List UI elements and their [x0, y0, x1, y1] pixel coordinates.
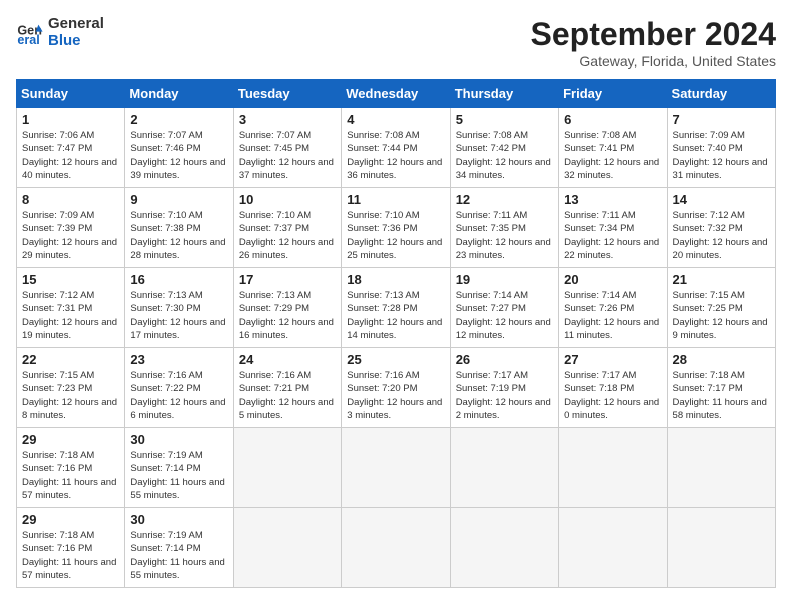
header-tuesday: Tuesday: [233, 80, 341, 108]
table-row: [342, 428, 450, 508]
logo-line2: Blue: [48, 33, 104, 50]
table-row: 20Sunrise: 7:14 AMSunset: 7:26 PMDayligh…: [559, 268, 667, 348]
table-row: 1Sunrise: 7:06 AMSunset: 7:47 PMDaylight…: [17, 108, 125, 188]
table-row: [559, 508, 667, 588]
table-row: 30Sunrise: 7:19 AMSunset: 7:14 PMDayligh…: [125, 428, 233, 508]
table-row: 29Sunrise: 7:18 AMSunset: 7:16 PMDayligh…: [17, 508, 125, 588]
calendar-header-row: Sunday Monday Tuesday Wednesday Thursday…: [17, 80, 776, 108]
logo-line1: General: [48, 16, 104, 33]
month-title: September 2024: [531, 16, 776, 53]
table-row: 8Sunrise: 7:09 AMSunset: 7:39 PMDaylight…: [17, 188, 125, 268]
calendar-week-row: 15Sunrise: 7:12 AMSunset: 7:31 PMDayligh…: [17, 268, 776, 348]
table-row: [450, 428, 558, 508]
logo-icon: Gen eral: [16, 19, 44, 47]
table-row: 21Sunrise: 7:15 AMSunset: 7:25 PMDayligh…: [667, 268, 775, 348]
table-row: 2Sunrise: 7:07 AMSunset: 7:46 PMDaylight…: [125, 108, 233, 188]
table-row: 25Sunrise: 7:16 AMSunset: 7:20 PMDayligh…: [342, 348, 450, 428]
table-row: 27Sunrise: 7:17 AMSunset: 7:18 PMDayligh…: [559, 348, 667, 428]
table-row: [342, 508, 450, 588]
header-thursday: Thursday: [450, 80, 558, 108]
table-row: 17Sunrise: 7:13 AMSunset: 7:29 PMDayligh…: [233, 268, 341, 348]
table-row: 30Sunrise: 7:19 AMSunset: 7:14 PMDayligh…: [125, 508, 233, 588]
table-row: 29Sunrise: 7:18 AMSunset: 7:16 PMDayligh…: [17, 428, 125, 508]
title-block: September 2024 Gateway, Florida, United …: [531, 16, 776, 69]
table-row: [233, 508, 341, 588]
table-row: 9Sunrise: 7:10 AMSunset: 7:38 PMDaylight…: [125, 188, 233, 268]
table-row: [667, 508, 775, 588]
table-row: 7Sunrise: 7:09 AMSunset: 7:40 PMDaylight…: [667, 108, 775, 188]
table-row: 5Sunrise: 7:08 AMSunset: 7:42 PMDaylight…: [450, 108, 558, 188]
table-row: 26Sunrise: 7:17 AMSunset: 7:19 PMDayligh…: [450, 348, 558, 428]
calendar-week-row: 22Sunrise: 7:15 AMSunset: 7:23 PMDayligh…: [17, 348, 776, 428]
calendar-week-row: 29Sunrise: 7:18 AMSunset: 7:16 PMDayligh…: [17, 428, 776, 508]
table-row: 12Sunrise: 7:11 AMSunset: 7:35 PMDayligh…: [450, 188, 558, 268]
header: Gen eral General Blue September 2024 Gat…: [16, 16, 776, 69]
table-row: 16Sunrise: 7:13 AMSunset: 7:30 PMDayligh…: [125, 268, 233, 348]
calendar-week-row: 29Sunrise: 7:18 AMSunset: 7:16 PMDayligh…: [17, 508, 776, 588]
table-row: 14Sunrise: 7:12 AMSunset: 7:32 PMDayligh…: [667, 188, 775, 268]
table-row: 19Sunrise: 7:14 AMSunset: 7:27 PMDayligh…: [450, 268, 558, 348]
table-row: 10Sunrise: 7:10 AMSunset: 7:37 PMDayligh…: [233, 188, 341, 268]
table-row: [559, 428, 667, 508]
table-row: 4Sunrise: 7:08 AMSunset: 7:44 PMDaylight…: [342, 108, 450, 188]
calendar-week-row: 1Sunrise: 7:06 AMSunset: 7:47 PMDaylight…: [17, 108, 776, 188]
header-wednesday: Wednesday: [342, 80, 450, 108]
calendar-table: Sunday Monday Tuesday Wednesday Thursday…: [16, 79, 776, 588]
table-row: 13Sunrise: 7:11 AMSunset: 7:34 PMDayligh…: [559, 188, 667, 268]
table-row: [233, 428, 341, 508]
table-row: 18Sunrise: 7:13 AMSunset: 7:28 PMDayligh…: [342, 268, 450, 348]
header-monday: Monday: [125, 80, 233, 108]
table-row: 23Sunrise: 7:16 AMSunset: 7:22 PMDayligh…: [125, 348, 233, 428]
table-row: 22Sunrise: 7:15 AMSunset: 7:23 PMDayligh…: [17, 348, 125, 428]
table-row: [450, 508, 558, 588]
svg-text:eral: eral: [17, 33, 39, 47]
table-row: 15Sunrise: 7:12 AMSunset: 7:31 PMDayligh…: [17, 268, 125, 348]
table-row: 24Sunrise: 7:16 AMSunset: 7:21 PMDayligh…: [233, 348, 341, 428]
location: Gateway, Florida, United States: [531, 53, 776, 69]
table-row: [667, 428, 775, 508]
calendar-week-row: 8Sunrise: 7:09 AMSunset: 7:39 PMDaylight…: [17, 188, 776, 268]
logo: Gen eral General Blue: [16, 16, 104, 49]
table-row: 3Sunrise: 7:07 AMSunset: 7:45 PMDaylight…: [233, 108, 341, 188]
table-row: 11Sunrise: 7:10 AMSunset: 7:36 PMDayligh…: [342, 188, 450, 268]
header-sunday: Sunday: [17, 80, 125, 108]
table-row: 6Sunrise: 7:08 AMSunset: 7:41 PMDaylight…: [559, 108, 667, 188]
table-row: 28Sunrise: 7:18 AMSunset: 7:17 PMDayligh…: [667, 348, 775, 428]
header-friday: Friday: [559, 80, 667, 108]
header-saturday: Saturday: [667, 80, 775, 108]
